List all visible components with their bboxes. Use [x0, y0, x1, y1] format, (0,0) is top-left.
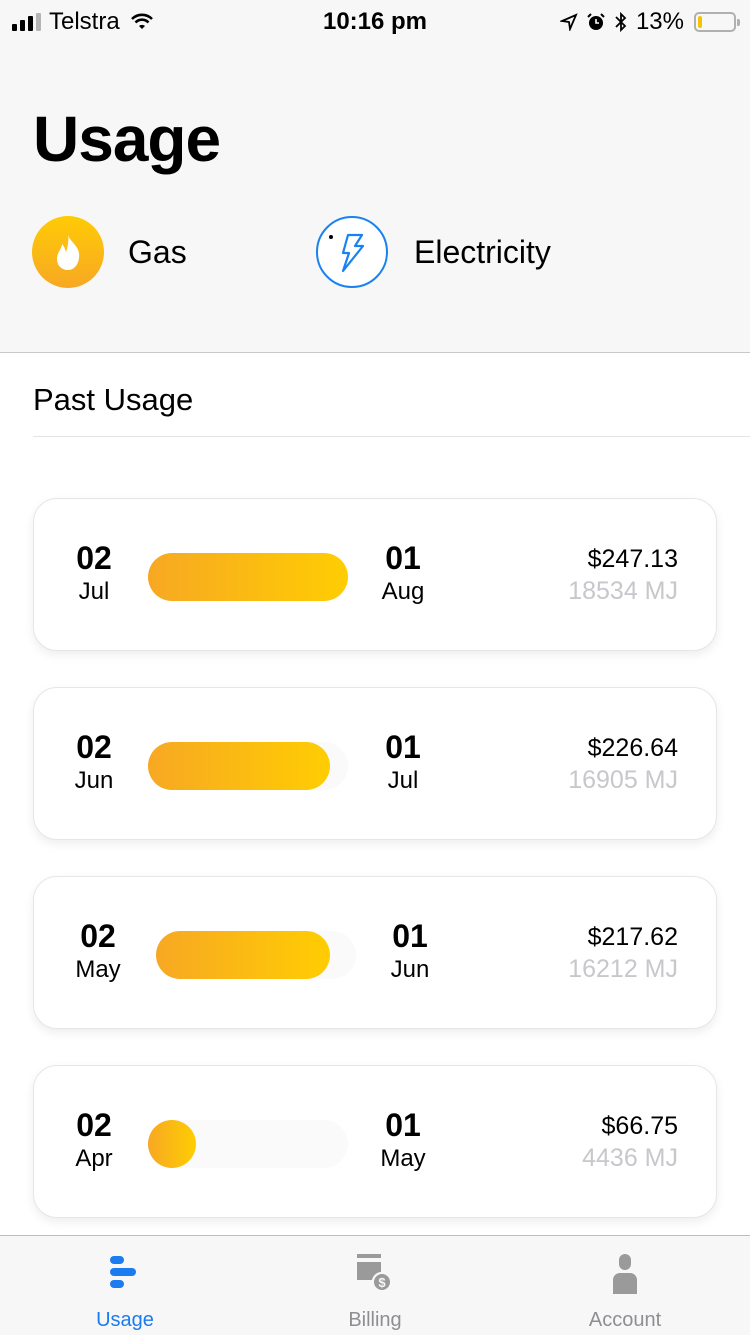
- alarm-icon: [587, 13, 605, 30]
- fuel-tab-label: Gas: [128, 233, 187, 270]
- start-day: 02: [76, 540, 112, 576]
- usage-bar-track: [148, 553, 348, 601]
- usage-card[interactable]: 02 Jul 01 Aug $247.13 18534 MJ: [33, 498, 717, 651]
- period-cost: $226.64: [587, 734, 678, 762]
- period-end: 01 Aug: [363, 541, 443, 609]
- flame-icon: [32, 216, 104, 288]
- tab-label: Billing: [348, 1309, 402, 1331]
- usage-card[interactable]: 02 Apr 01 May $66.75 4436 MJ: [33, 1065, 717, 1218]
- battery-icon: [694, 12, 740, 32]
- usage-bar-fill: [148, 1120, 196, 1168]
- end-day: 01: [385, 1107, 421, 1143]
- usage-bar-fill: [148, 553, 348, 601]
- usage-bar-track: [156, 931, 356, 979]
- period-cost: $217.62: [587, 923, 678, 951]
- period-energy: 4436 MJ: [582, 1144, 678, 1172]
- usage-bar-track: [148, 1120, 348, 1168]
- usage-list: 02 Jul 01 Aug $247.13 18534 MJ 02 Jun 01…: [33, 498, 717, 1254]
- end-month: May: [380, 1145, 426, 1172]
- start-day: 02: [76, 729, 112, 765]
- header: [0, 40, 750, 353]
- period-start: 02 Jun: [54, 730, 134, 798]
- tab-billing[interactable]: $ Billing: [250, 1236, 500, 1335]
- end-month: Aug: [381, 578, 425, 605]
- fuel-tab-gas[interactable]: Gas: [32, 216, 187, 288]
- usage-bar-fill: [148, 742, 330, 790]
- page-title: Usage: [33, 103, 221, 175]
- start-month: Apr: [75, 1145, 113, 1172]
- usage-card[interactable]: 02 Jun 01 Jul $226.64 16905 MJ: [33, 687, 717, 840]
- tab-usage[interactable]: Usage: [0, 1236, 250, 1335]
- status-bar: Telstra 10:16 pm 13%: [0, 0, 750, 40]
- start-month: May: [75, 956, 121, 983]
- billing-card-icon: $: [250, 1254, 500, 1294]
- fuel-tab-electricity[interactable]: Electricity: [316, 216, 551, 288]
- period-amounts: $217.62 16212 MJ: [568, 921, 678, 985]
- end-day: 01: [385, 540, 421, 576]
- start-day: 02: [76, 1107, 112, 1143]
- period-amounts: $226.64 16905 MJ: [568, 732, 678, 796]
- period-end: 01 May: [363, 1108, 443, 1176]
- tab-bar: Usage $ Billing Account: [0, 1235, 750, 1335]
- end-day: 01: [392, 918, 428, 954]
- period-end: 01 Jun: [370, 919, 450, 987]
- period-cost: $66.75: [601, 1112, 678, 1140]
- end-month: Jun: [390, 956, 430, 983]
- period-start: 02 Apr: [54, 1108, 134, 1176]
- section-divider: [33, 436, 750, 437]
- battery-percent: 13%: [635, 8, 684, 35]
- period-energy: 18534 MJ: [568, 577, 678, 605]
- usage-bars-icon: [0, 1254, 250, 1294]
- period-start: 02 Jul: [54, 541, 134, 609]
- tab-label: Usage: [96, 1309, 154, 1331]
- period-end: 01 Jul: [363, 730, 443, 798]
- period-amounts: $66.75 4436 MJ: [582, 1110, 678, 1174]
- usage-card[interactable]: 02 May 01 Jun $217.62 16212 MJ: [33, 876, 717, 1029]
- usage-bar-track: [148, 742, 348, 790]
- bluetooth-icon: [615, 11, 627, 33]
- period-energy: 16905 MJ: [568, 766, 678, 794]
- period-amounts: $247.13 18534 MJ: [568, 543, 678, 607]
- fuel-tab-label: Electricity: [414, 233, 551, 270]
- tab-label: Account: [588, 1309, 662, 1331]
- person-icon: [500, 1254, 750, 1294]
- lightning-bolt-icon: [316, 216, 388, 288]
- location-arrow-icon: [559, 13, 578, 31]
- period-cost: $247.13: [587, 545, 678, 573]
- end-day: 01: [385, 729, 421, 765]
- start-month: Jun: [74, 767, 114, 794]
- start-month: Jul: [78, 578, 110, 605]
- period-start: 02 May: [58, 919, 138, 987]
- usage-bar-fill: [156, 931, 330, 979]
- tab-account[interactable]: Account: [500, 1236, 750, 1335]
- svg-text:$: $: [378, 1275, 386, 1290]
- end-month: Jul: [387, 767, 419, 794]
- start-day: 02: [80, 918, 116, 954]
- period-energy: 16212 MJ: [568, 955, 678, 983]
- section-title: Past Usage: [33, 382, 194, 417]
